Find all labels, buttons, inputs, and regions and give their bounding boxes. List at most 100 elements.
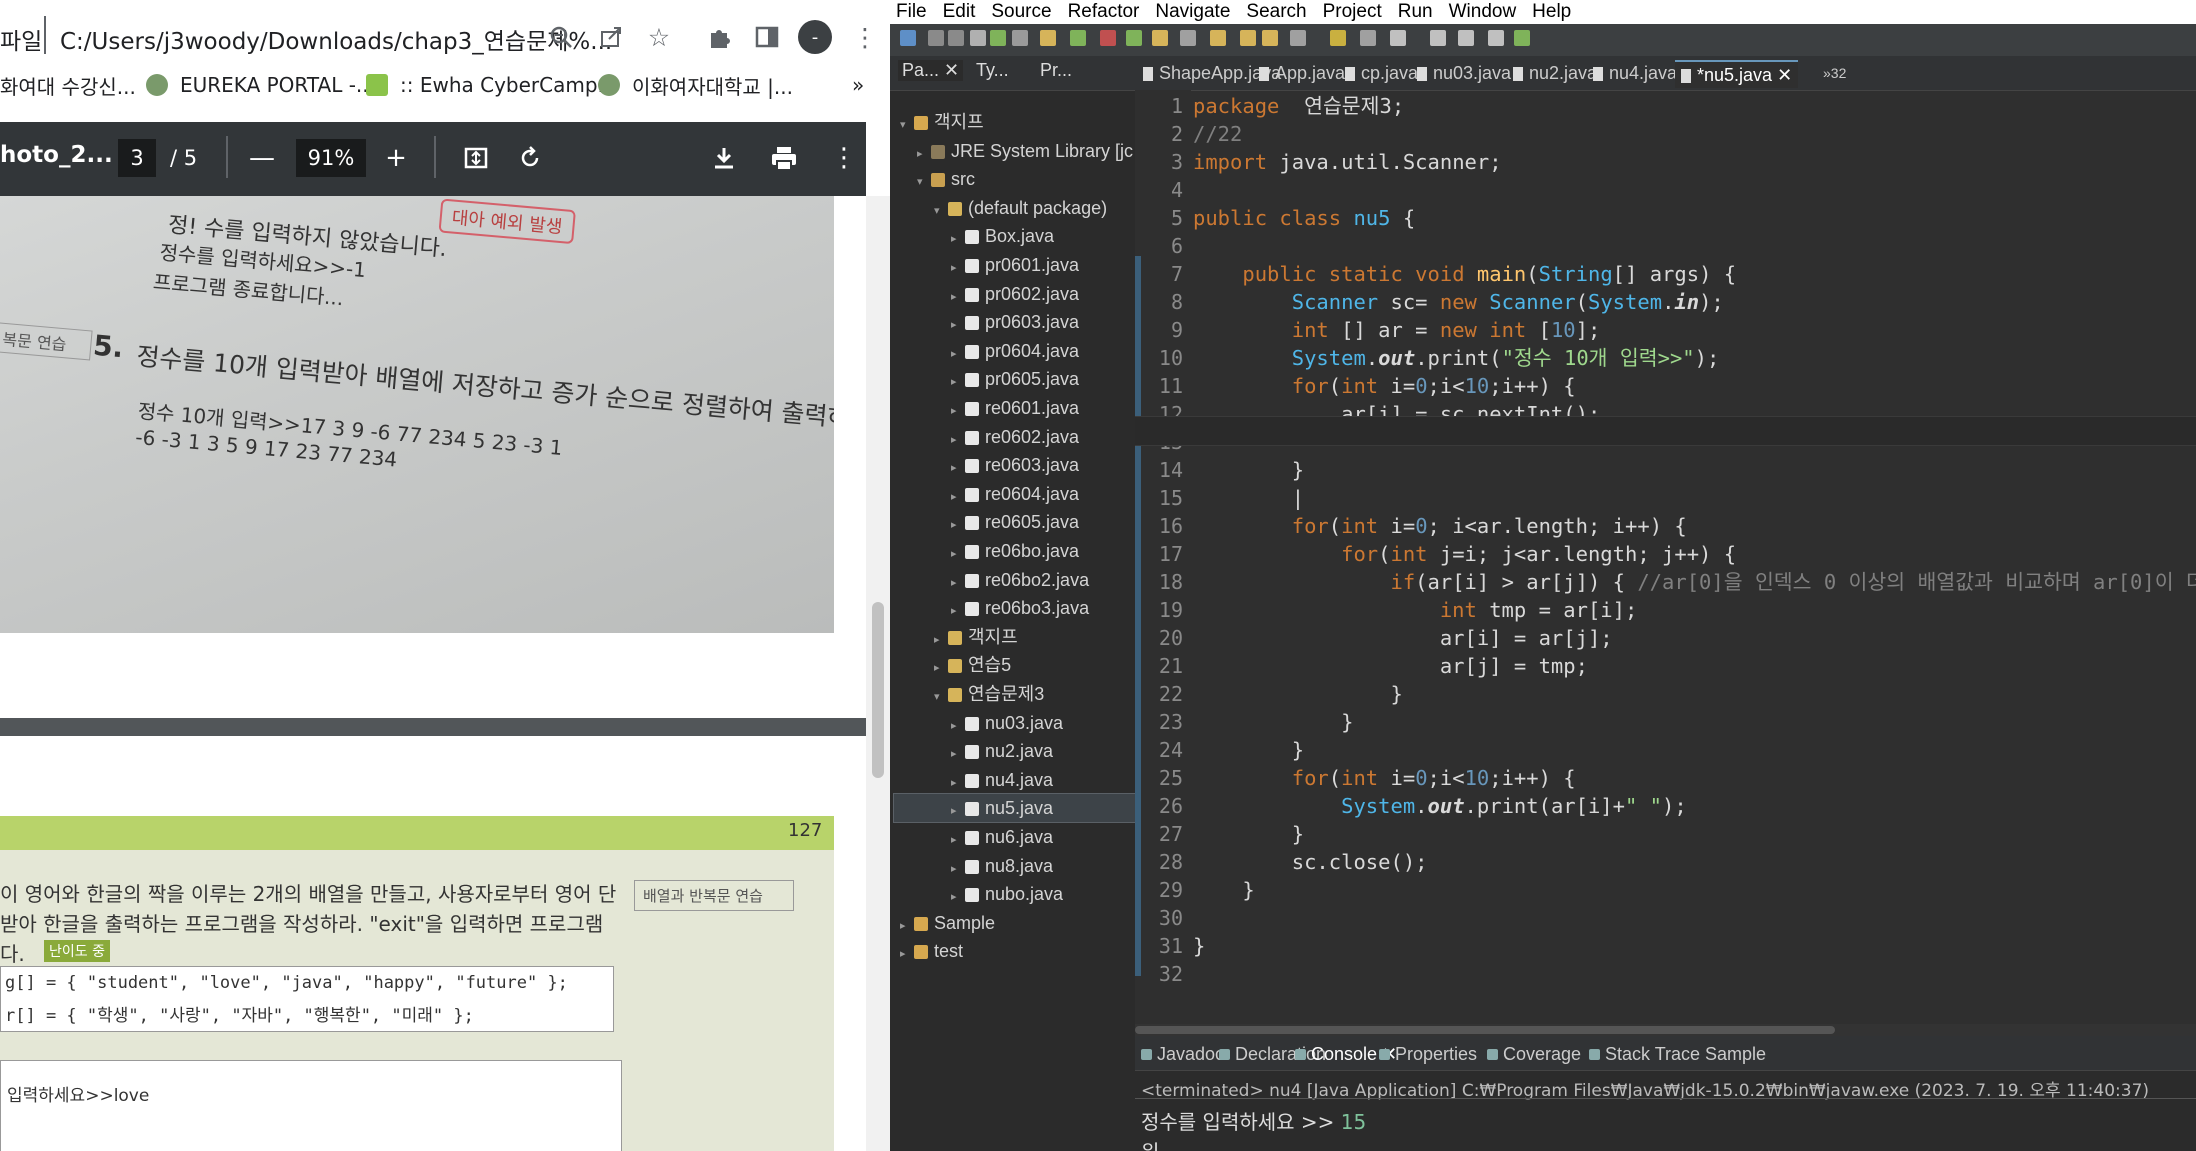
code-line[interactable]: } [1193, 876, 1254, 904]
rotate-icon[interactable] [510, 138, 550, 178]
expand-arrow-icon[interactable]: ▸ [934, 626, 948, 654]
expand-arrow-icon[interactable]: ▸ [951, 483, 965, 511]
zoom-level-input[interactable]: 91% [296, 139, 366, 177]
url-text[interactable]: C:/Users/j3woody/Downloads/chap3_연습문제%..… [60, 22, 612, 56]
collapse-arrow-icon[interactable]: ▾ [900, 111, 914, 139]
expand-arrow-icon[interactable]: ▸ [951, 254, 965, 282]
expand-arrow-icon[interactable]: ▸ [917, 140, 931, 168]
profile-avatar[interactable]: - [798, 20, 832, 54]
expand-arrow-icon[interactable]: ▸ [951, 883, 965, 911]
tree-item[interactable]: ▸ JRE System Library [jc [894, 137, 1143, 165]
editor-tab[interactable]: cp.java [1345, 60, 1418, 86]
print-icon[interactable] [764, 138, 804, 178]
toolbar-button-icon[interactable] [1458, 30, 1474, 46]
menu-search[interactable]: Search [1246, 1, 1306, 23]
code-line[interactable]: } [1193, 736, 1304, 764]
code-line[interactable]: for(int i=0; i<ar.length; i++) { [1193, 512, 1687, 540]
code-line[interactable]: for(int j=i; j<ar.length; j++) { [1193, 540, 1736, 568]
code-line[interactable]: for(int i=0;i<10;i++) { [1193, 372, 1576, 400]
scroll-thumb[interactable] [1135, 1026, 1835, 1034]
toolbar-button-icon[interactable] [1100, 30, 1116, 46]
code-line[interactable]: System.out.print("정수 10개 입력>>"); [1193, 344, 1720, 372]
toolbar-button-icon[interactable] [990, 30, 1006, 46]
expand-arrow-icon[interactable]: ▸ [951, 826, 965, 854]
code-line[interactable]: } [1193, 456, 1304, 484]
expand-arrow-icon[interactable]: ▸ [951, 368, 965, 396]
bookmark-star-icon[interactable]: ☆ [640, 18, 678, 56]
menu-navigate[interactable]: Navigate [1155, 1, 1230, 23]
tab-package-explorer[interactable]: Pa... ✕ [898, 60, 964, 81]
expand-arrow-icon[interactable]: ▸ [951, 597, 965, 625]
address-bar[interactable]: 파일 C:/Users/j3woody/Downloads/chap3_연습문제… [0, 0, 890, 74]
toolbar-button-icon[interactable] [1262, 30, 1278, 46]
code-line[interactable]: ar[j] = tmp; [1193, 652, 1588, 680]
toolbar-button-icon[interactable] [1012, 30, 1028, 46]
scroll-thumb[interactable] [872, 602, 884, 778]
code-line[interactable]: } [1193, 708, 1353, 736]
close-icon[interactable]: ✕ [1777, 65, 1792, 85]
expand-arrow-icon[interactable]: ▸ [951, 340, 965, 368]
expand-arrow-icon[interactable]: ▸ [951, 283, 965, 311]
zoom-in-button[interactable]: + [376, 138, 416, 178]
expand-arrow-icon[interactable]: ▸ [951, 740, 965, 768]
collapse-arrow-icon[interactable]: ▾ [917, 168, 931, 196]
tree-item[interactable]: ▸ Sample [894, 909, 1126, 937]
code-line[interactable]: import java.util.Scanner; [1193, 148, 1502, 176]
editor-tab[interactable]: App.java [1259, 60, 1345, 86]
code-line[interactable]: int [] ar = new int [10]; [1193, 316, 1601, 344]
menu-run[interactable]: Run [1398, 1, 1433, 23]
expand-arrow-icon[interactable]: ▸ [951, 511, 965, 539]
code-line[interactable]: for(int i=0;i<10;i++) { [1193, 764, 1576, 792]
expand-arrow-icon[interactable]: ▸ [951, 397, 965, 425]
toolbar-button-icon[interactable] [1488, 30, 1504, 46]
toolbar-button-icon[interactable] [1210, 30, 1226, 46]
menu-edit[interactable]: Edit [943, 1, 976, 23]
console-output-line[interactable]: 정수를 입력하세요 >> 15 [1141, 1106, 1366, 1135]
tree-item[interactable]: ▸ test [894, 937, 1126, 965]
console-panel-tab[interactable]: Coverage [1487, 1044, 1581, 1065]
tab-overflow-button[interactable]: »32 [1823, 60, 1846, 86]
console-panel-tab[interactable]: Properties [1379, 1044, 1477, 1065]
expand-arrow-icon[interactable]: ▸ [951, 311, 965, 339]
expand-arrow-icon[interactable]: ▸ [951, 540, 965, 568]
zoom-icon[interactable] [542, 18, 580, 56]
menu-file[interactable]: File [896, 1, 927, 23]
toolbar-button-icon[interactable] [1240, 30, 1256, 46]
share-icon[interactable] [592, 18, 630, 56]
code-line[interactable]: if(ar[i] > ar[j]) { //ar[0]을 인덱스 0 이상의 배… [1193, 568, 2196, 596]
page-number-input[interactable]: 3 [118, 139, 156, 177]
expand-arrow-icon[interactable]: ▸ [951, 769, 965, 797]
code-line[interactable]: } [1193, 680, 1402, 708]
extensions-icon[interactable] [700, 18, 738, 56]
toolbar-button-icon[interactable] [1126, 30, 1142, 46]
toolbar-button-icon[interactable] [1330, 30, 1346, 46]
menu-project[interactable]: Project [1323, 1, 1382, 23]
toolbar-button-icon[interactable] [1430, 30, 1446, 46]
code-line[interactable]: System.out.print(ar[i]+" "); [1193, 792, 1687, 820]
code-line[interactable]: package 연습문제3; [1193, 92, 1404, 120]
tree-item[interactable]: ▾ 객지프 [894, 108, 1126, 136]
code-line[interactable]: public static void main(String[] args) { [1193, 260, 1736, 288]
bookmark-item[interactable]: :: Ewha CyberCamp... [366, 64, 617, 106]
toolbar-button-icon[interactable] [1360, 30, 1376, 46]
editor-tab[interactable]: nu03.java [1417, 60, 1511, 86]
toolbar-button-icon[interactable] [900, 30, 916, 46]
sidepanel-icon[interactable] [748, 18, 786, 56]
menu-help[interactable]: Help [1532, 1, 1571, 23]
expand-arrow-icon[interactable]: ▸ [951, 225, 965, 253]
expand-arrow-icon[interactable]: ▸ [951, 712, 965, 740]
editor-tab[interactable]: nu4.java [1593, 60, 1677, 86]
code-line[interactable]: Scanner sc= new Scanner(System.in); [1193, 288, 1724, 316]
collapse-arrow-icon[interactable]: ▾ [934, 683, 948, 711]
menu-window[interactable]: Window [1449, 1, 1517, 23]
editor-tab-active[interactable]: *nu5.java ✕ [1675, 60, 1799, 88]
zoom-out-button[interactable]: — [242, 138, 282, 178]
pdf-viewport[interactable]: 정! 수를 입력하지 않았습니다. 정수를 입력하세요>>-1 프로그램 종료합… [0, 196, 866, 1151]
menu-refactor[interactable]: Refactor [1068, 1, 1140, 23]
tree-item[interactable]: ▾ src [894, 165, 1143, 193]
tree-item[interactable]: ▾ (default package) [894, 194, 1160, 222]
toolbar-button-icon[interactable] [1152, 30, 1168, 46]
toolbar-button-icon[interactable] [970, 30, 986, 46]
tab-type-hierarchy[interactable]: Ty... [976, 60, 1009, 81]
toolbar-button-icon[interactable] [1390, 30, 1406, 46]
